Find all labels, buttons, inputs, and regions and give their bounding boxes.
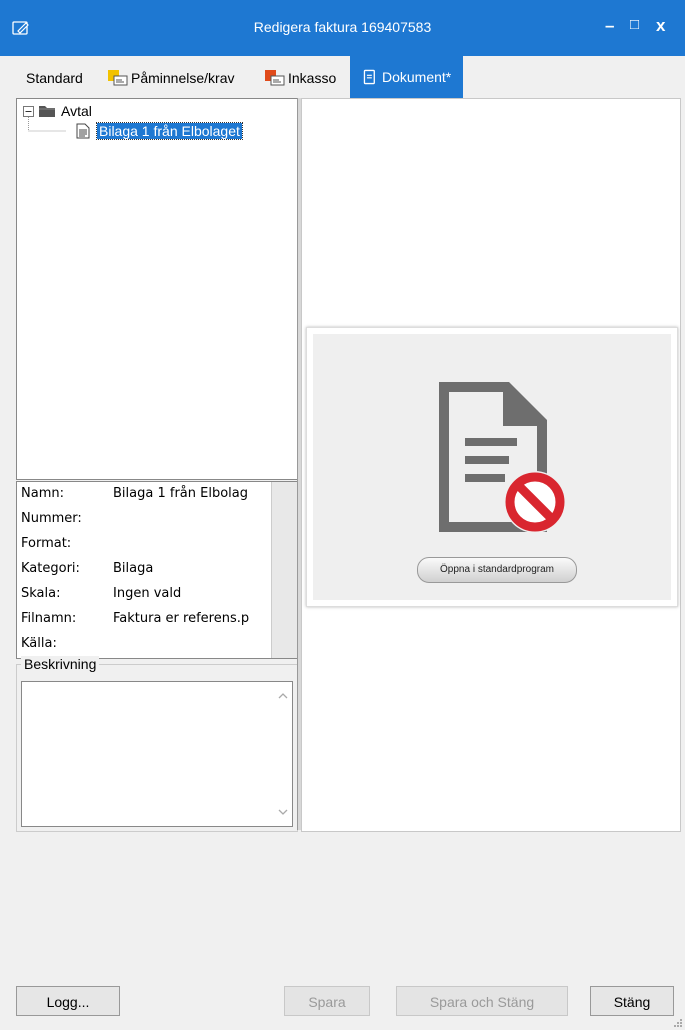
property-value: Bilaga 1 från Elbolag	[113, 486, 248, 501]
tab-dokument-label: Dokument*	[382, 69, 452, 85]
tab-standard[interactable]: Standard	[26, 60, 83, 96]
property-label: Filnamn:	[21, 611, 77, 626]
save-button[interactable]: Spara	[284, 986, 370, 1016]
close-window-button[interactable]: x	[656, 16, 665, 36]
tab-dokument[interactable]: Dokument*	[350, 56, 464, 98]
tab-bar: Standard Påminnelse/krav Inkasso Dokumen…	[0, 56, 685, 98]
property-label: Nummer:	[21, 511, 82, 526]
properties-panel: Namn: Bilaga 1 från Elbolag Nummer: Forma…	[16, 481, 298, 659]
collection-icon	[265, 70, 285, 86]
document-tree[interactable]: Avtal Bilaga 1 från Elbolaget	[16, 98, 299, 480]
title-bar: Redigera faktura 169407583 – □ x	[0, 0, 685, 56]
tree-connector	[28, 117, 66, 132]
collapse-icon[interactable]	[23, 105, 34, 117]
property-label: Källa:	[21, 636, 57, 651]
tree-item-label: Bilaga 1 från Elbolaget	[96, 122, 243, 140]
property-row: Nummer:	[21, 511, 113, 526]
no-preview-icon	[439, 382, 566, 533]
description-textarea[interactable]	[21, 681, 293, 827]
property-value: Faktura er referens.p	[113, 611, 250, 626]
reminder-icon	[108, 70, 128, 86]
tab-inkasso-label: Inkasso	[288, 70, 337, 86]
property-label: Kategori:	[21, 561, 80, 576]
text-document-icon	[76, 123, 90, 139]
property-label: Namn:	[21, 486, 64, 501]
description-scrollbar[interactable]	[274, 682, 292, 826]
property-value: Bilaga	[113, 561, 154, 576]
property-row: Skala: Ingen vald	[21, 586, 181, 601]
description-group: Beskrivning	[16, 656, 298, 832]
document-icon	[363, 69, 375, 85]
tree-item-bilaga[interactable]: Bilaga 1 från Elbolaget	[75, 122, 243, 140]
property-value: Ingen vald	[113, 586, 182, 601]
scroll-up-icon[interactable]	[278, 692, 288, 700]
resize-grip-icon[interactable]	[673, 1018, 683, 1028]
minimize-button[interactable]: –	[605, 16, 614, 36]
property-label: Skala:	[21, 586, 61, 601]
scroll-down-icon[interactable]	[278, 808, 288, 816]
folder-icon	[39, 106, 55, 117]
tab-paminnelse[interactable]: Påminnelse/krav	[107, 60, 235, 96]
preview-placeholder: Öppna i standardprogram	[306, 327, 678, 607]
preview-area: Öppna i standardprogram	[313, 334, 671, 600]
tab-paminnelse-label: Påminnelse/krav	[131, 70, 235, 86]
property-row: Format:	[21, 536, 113, 551]
property-label: Format:	[21, 536, 72, 551]
window-title: Redigera faktura 169407583	[253, 19, 432, 35]
maximize-button[interactable]: □	[630, 16, 639, 33]
log-button[interactable]: Logg...	[16, 986, 120, 1016]
property-row: Kategori: Bilaga	[21, 561, 153, 576]
save-and-close-button[interactable]: Spara och Stäng	[396, 986, 568, 1016]
tab-inkasso[interactable]: Inkasso	[264, 60, 336, 96]
property-row: Källa:	[21, 636, 113, 651]
property-row: Namn: Bilaga 1 från Elbolag	[21, 486, 248, 501]
property-row: Filnamn: Faktura er referens.p	[21, 611, 249, 626]
open-in-default-program-button[interactable]: Öppna i standardprogram	[417, 557, 577, 583]
tab-standard-label: Standard	[26, 70, 83, 86]
description-legend: Beskrivning	[21, 656, 100, 672]
close-button[interactable]: Stäng	[590, 986, 674, 1016]
properties-scrollbar[interactable]	[271, 482, 297, 658]
